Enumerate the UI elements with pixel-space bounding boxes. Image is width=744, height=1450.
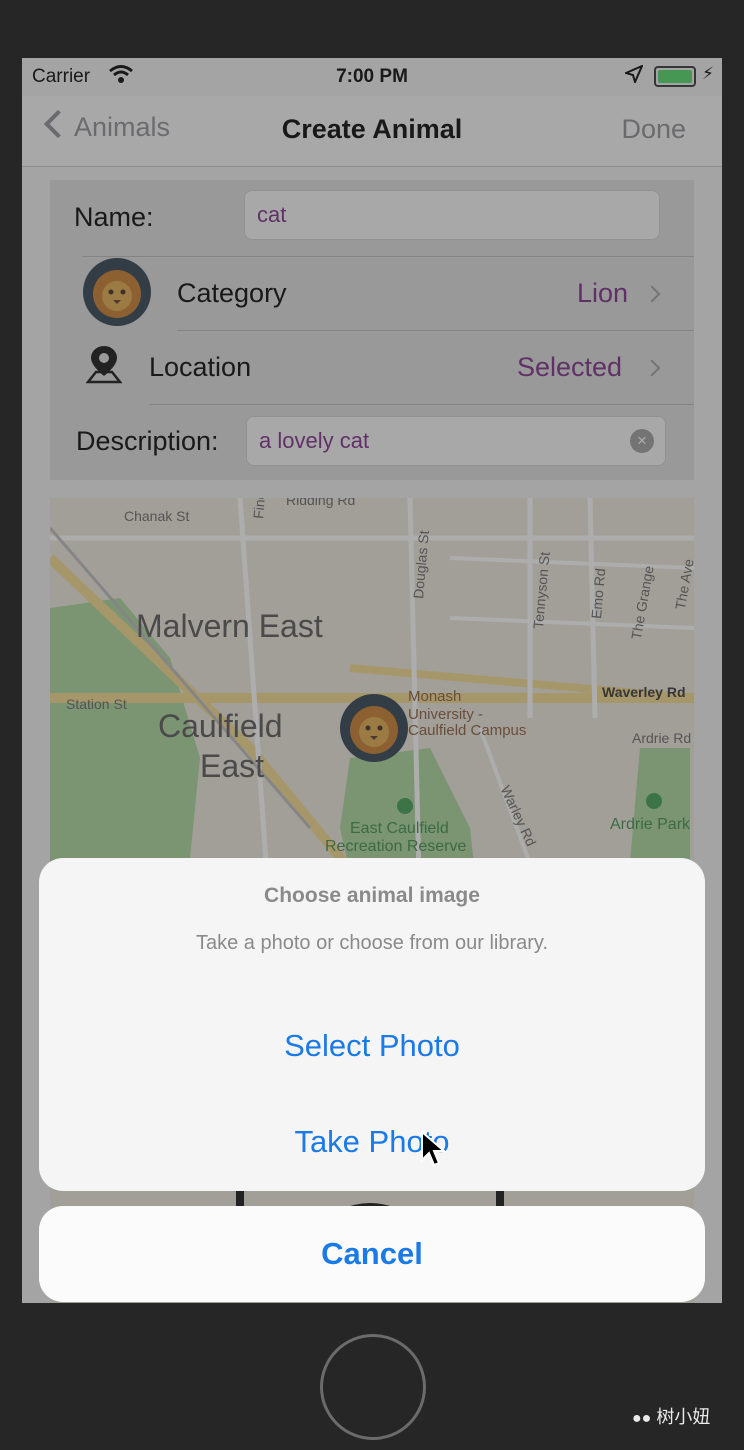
cancel-button[interactable]: Cancel (39, 1206, 705, 1302)
action-sheet-title: Choose animal image (264, 884, 480, 907)
watermark: ●● 树小妞 (632, 1403, 710, 1429)
wechat-icon: ●● (632, 1410, 652, 1427)
action-sheet-message: Take a photo or choose from our library. (195, 932, 549, 954)
select-photo-button[interactable]: Select Photo (39, 1028, 705, 1064)
home-button[interactable] (320, 1334, 426, 1440)
device-frame: Carrier 7:00 PM ⚡ Animals Create Animal … (0, 0, 744, 1450)
mouse-cursor-icon (421, 1130, 446, 1167)
phone-screen: Carrier 7:00 PM ⚡ Animals Create Animal … (22, 58, 722, 1303)
action-sheet: Choose animal image Take a photo or choo… (39, 858, 705, 1191)
watermark-label: 树小妞 (656, 1407, 711, 1427)
take-photo-button[interactable]: Take Photo (39, 1124, 705, 1160)
